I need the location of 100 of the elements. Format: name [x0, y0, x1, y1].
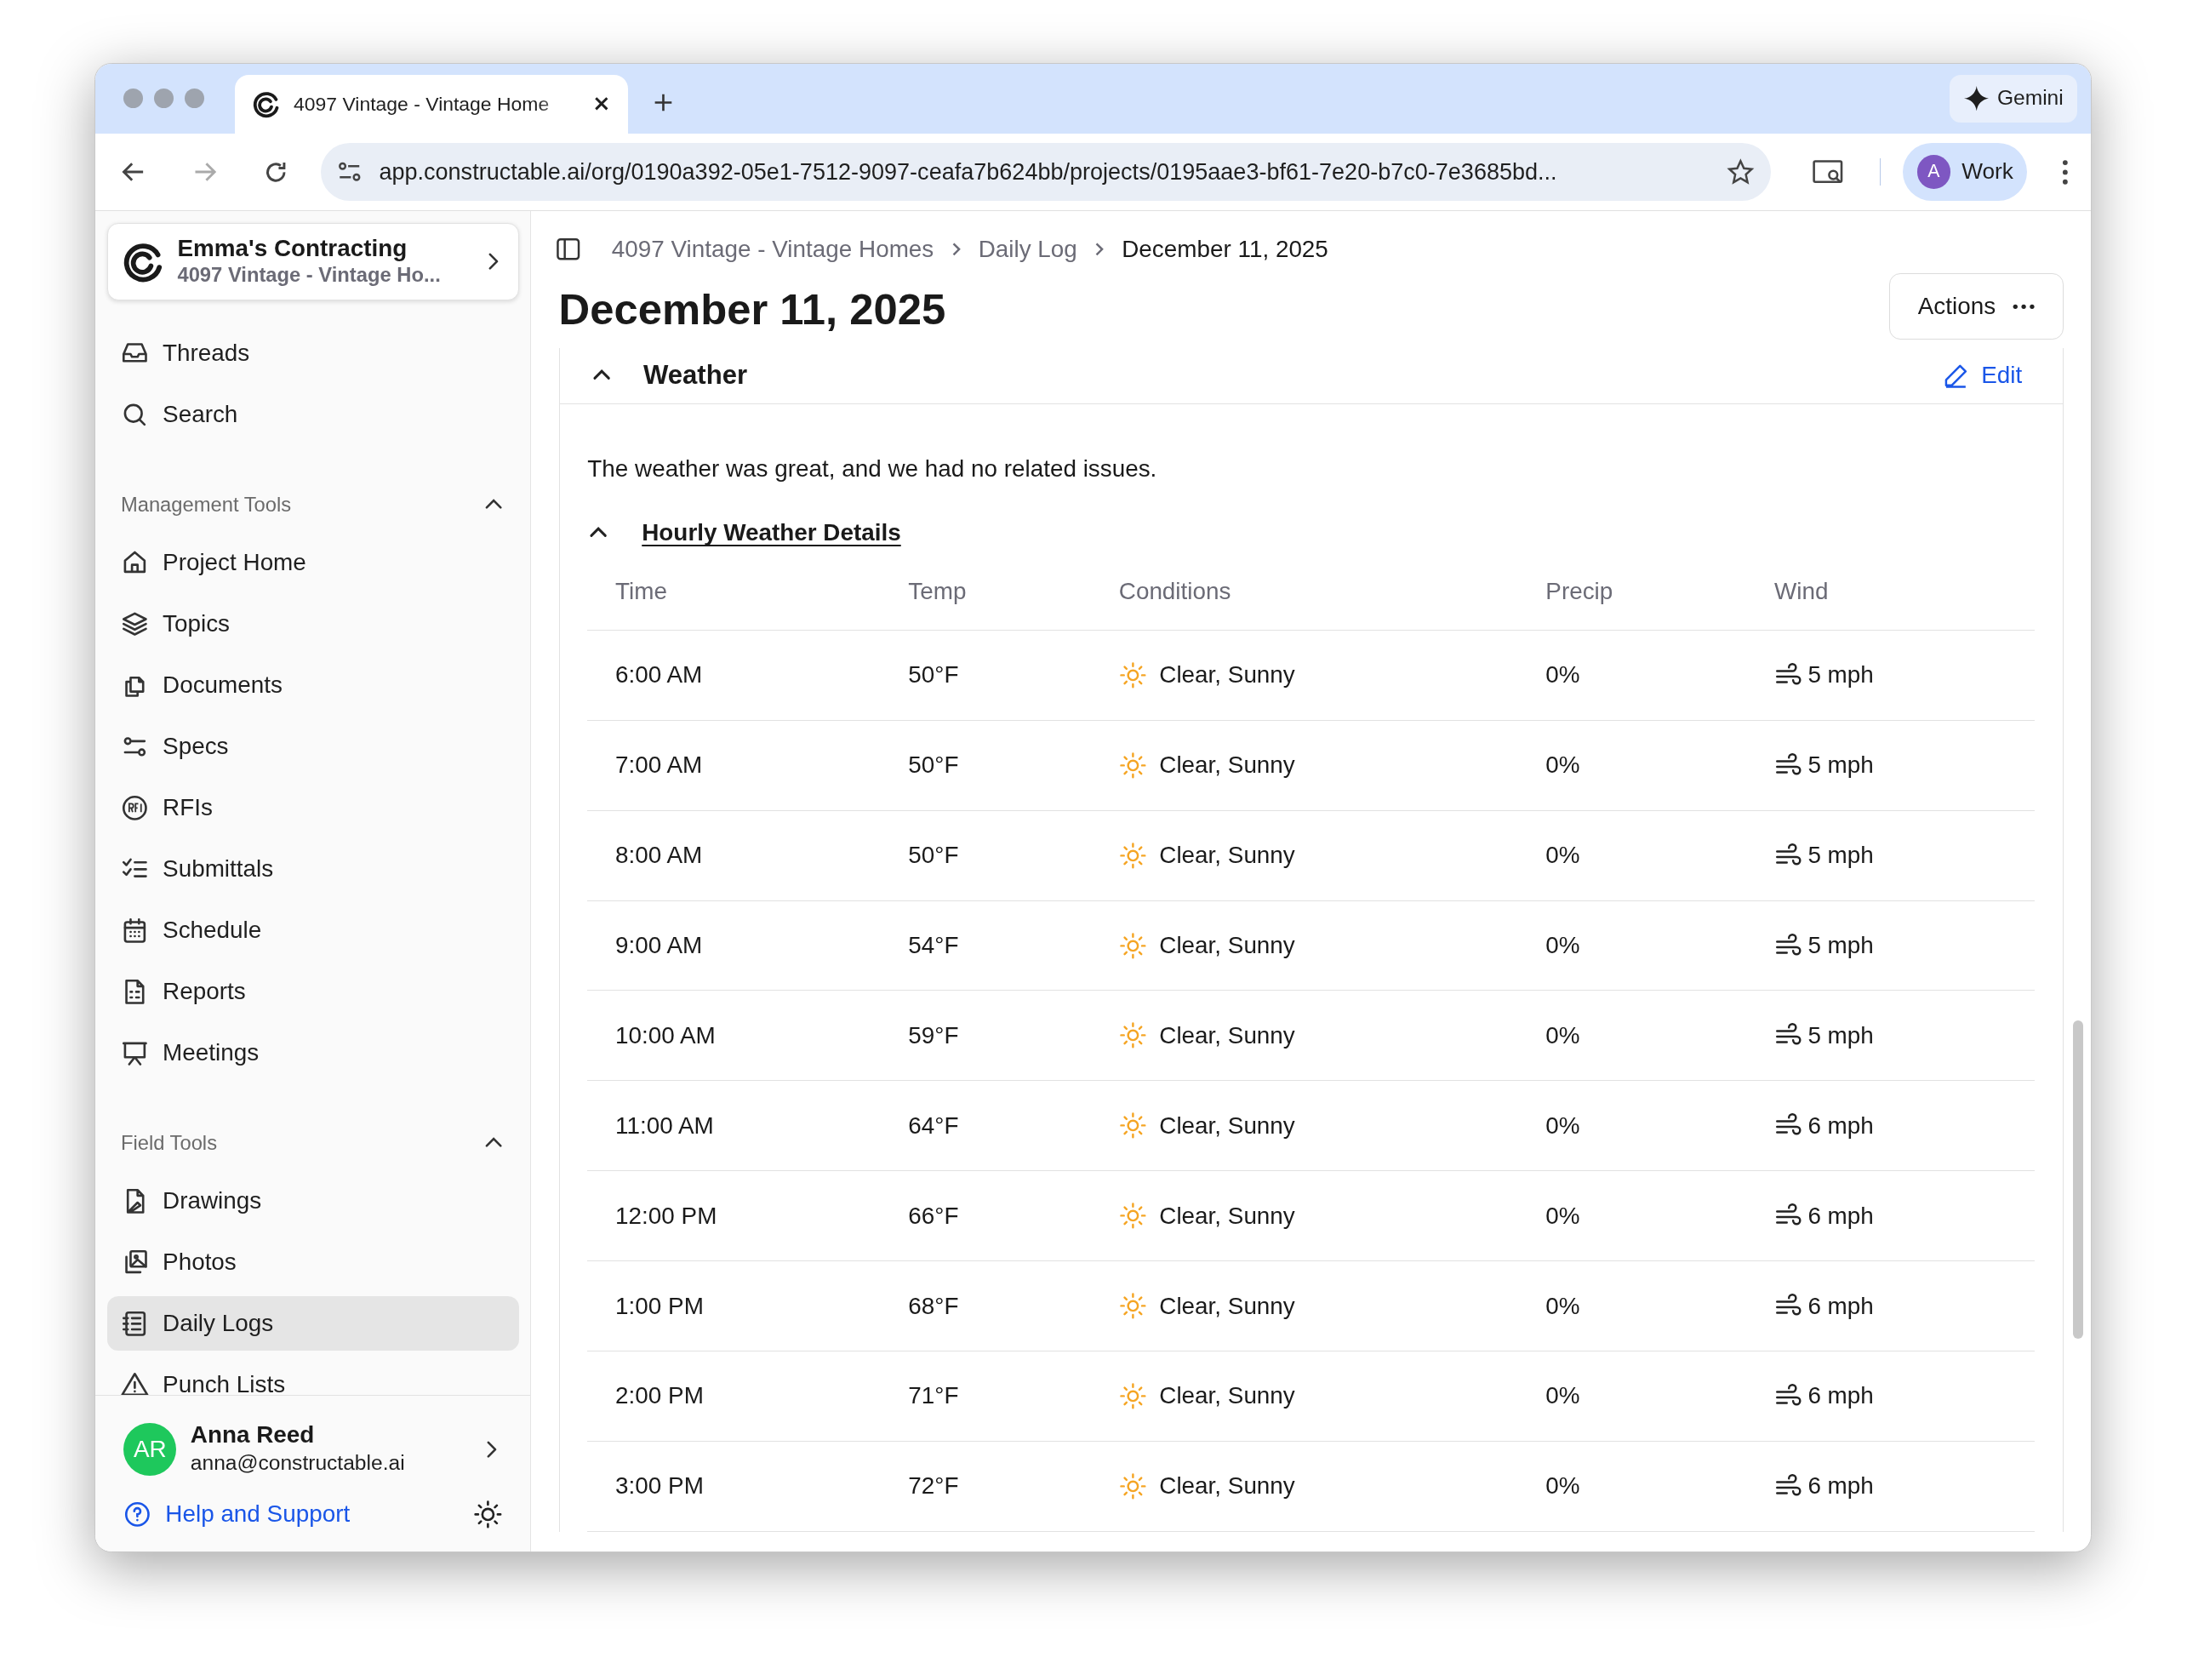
bookmark-star-icon[interactable] — [1726, 157, 1755, 186]
table-cell-text: 5 mph — [1807, 931, 1874, 961]
profile-avatar: A — [1916, 155, 1951, 189]
logo-icon — [251, 89, 280, 118]
user-name: Anna Reed — [190, 1420, 316, 1449]
table-cell-text: 5 mph — [1807, 1020, 1874, 1050]
actions-button[interactable]: Actions — [1888, 272, 2064, 340]
section-heading: Field Tools — [120, 1130, 217, 1157]
table-cell-text: 6 mph — [1807, 1291, 1874, 1321]
project-switcher[interactable]: Emma's Contracting 4097 Vintage - Vintage Ho... — [106, 222, 519, 301]
table-cell-text: Clear, Sunny — [1159, 1291, 1295, 1321]
table-cell-text: 0% — [1545, 1291, 1581, 1321]
tab-title: 4097 Vintage - Vintage Home — [294, 92, 551, 117]
table-cell-text: 0% — [1545, 1111, 1581, 1140]
column-header: Wind — [1774, 576, 1830, 606]
table-cell-text: 6 mph — [1807, 1381, 1874, 1411]
sidebar-item[interactable]: Project Home — [106, 534, 519, 590]
section-heading: Management Tools — [120, 491, 292, 517]
breadcrumb[interactable]: Daily Log — [978, 231, 1077, 267]
address-bar[interactable]: app.constructable.ai/org/0190a392-05e1-7512-9097-ceafa7b624bb/projects/0195aae3-bf61-7e20-b7c0-7e3685bd... — [320, 142, 1772, 202]
table-cell-text: 5 mph — [1807, 660, 1874, 690]
table-cell-text: Clear, Sunny — [1159, 660, 1295, 690]
sidebar-item[interactable]: Topics — [106, 596, 519, 651]
table-cell-text: 5 mph — [1807, 751, 1874, 780]
sidebar-item[interactable]: Drawings — [106, 1174, 519, 1228]
table-cell-text: 0% — [1545, 751, 1581, 780]
table-cell-text: 50°F — [908, 751, 960, 780]
table-cell-text: 10:00 AM — [615, 1020, 717, 1050]
table-cell-text: 54°F — [908, 931, 960, 961]
table-cell-text: Clear, Sunny — [1159, 1020, 1295, 1050]
table-cell-text: 50°F — [908, 841, 960, 871]
sun-icon — [1118, 1202, 1147, 1230]
breadcrumb[interactable]: 4097 Vintage - Vintage Homes — [611, 231, 934, 267]
column-header: Conditions — [1118, 576, 1232, 606]
sidebar-item[interactable]: Meetings — [106, 1026, 519, 1081]
table-cell-text: Clear, Sunny — [1159, 1111, 1295, 1140]
sidebar-item[interactable]: Documents — [106, 657, 519, 712]
table-cell-text: 0% — [1545, 931, 1581, 961]
sun-icon — [1118, 931, 1147, 960]
table-cell-text: 9:00 AM — [615, 931, 704, 961]
rfi-icon — [120, 793, 149, 822]
column-header: Precip — [1545, 576, 1614, 606]
table-cell-text: 5 mph — [1807, 841, 1874, 871]
sidebar-item[interactable]: Photos — [106, 1235, 519, 1290]
sun-icon — [1118, 1471, 1147, 1500]
sidebar-item[interactable]: Submittals — [106, 842, 519, 897]
sidebar-item[interactable]: Search — [106, 386, 519, 442]
sidebar-item[interactable]: Specs — [106, 718, 519, 774]
sidebar-item[interactable]: Reports — [106, 964, 519, 1020]
table-cell-text: 0% — [1545, 841, 1581, 871]
column-header: Temp — [908, 576, 968, 606]
more-icon — [2012, 303, 2035, 310]
table-cell-text: 50°F — [908, 660, 960, 690]
edit-link[interactable]: Edit — [1942, 357, 2023, 394]
sparkle-icon — [1963, 85, 1990, 111]
sidebar-item[interactable]: Threads — [106, 325, 519, 380]
table-cell-text: 68°F — [908, 1291, 960, 1321]
table-cell-text: Clear, Sunny — [1159, 931, 1295, 961]
sun-icon — [1118, 1381, 1147, 1410]
table-cell-text: 6 mph — [1807, 1201, 1874, 1231]
table-cell-text: 0% — [1545, 660, 1581, 690]
profile-button[interactable]: A Work — [1903, 142, 2028, 202]
details-link[interactable]: Hourly Weather Details — [642, 515, 901, 551]
table-cell-text: Clear, Sunny — [1159, 1471, 1295, 1501]
table-cell-text: 0% — [1545, 1020, 1581, 1050]
theme-toggle-icon[interactable] — [474, 1500, 503, 1529]
table-cell-text: Clear, Sunny — [1159, 841, 1295, 871]
table-cell-text: 11:00 AM — [615, 1111, 715, 1140]
table-cell-text: 1:00 PM — [615, 1291, 705, 1321]
sun-icon — [1118, 1111, 1147, 1140]
gemini-button[interactable]: Gemini — [1950, 74, 2078, 123]
sidebar-toggle-icon[interactable] — [556, 236, 581, 262]
sun-icon — [1118, 751, 1147, 780]
table-cell-text: 71°F — [908, 1381, 960, 1411]
sun-icon — [1118, 841, 1147, 870]
scrollbar[interactable] — [2073, 1020, 2083, 1339]
sidebar-item[interactable]: RFIs — [106, 780, 519, 835]
sidebar-item[interactable]: Schedule — [106, 903, 519, 958]
table-cell-text: 12:00 PM — [615, 1201, 718, 1231]
sidebar-item[interactable]: Daily Logs — [106, 1296, 519, 1351]
table-cell-text: 0% — [1545, 1381, 1581, 1411]
menu-icon[interactable] — [2060, 157, 2070, 186]
breadcrumb: December 11, 2025 — [1122, 234, 1328, 264]
table-cell-text: 3:00 PM — [615, 1471, 705, 1501]
sun-icon — [1118, 1292, 1147, 1320]
table-cell-text: Clear, Sunny — [1159, 751, 1295, 780]
user-avatar: AR — [123, 1422, 177, 1476]
help-link[interactable]: Help and Support — [123, 1496, 351, 1533]
section-title: Weather — [642, 359, 749, 391]
new-tab-icon[interactable] — [653, 93, 673, 113]
weather-summary: The weather was great, and we had no related issues. — [587, 454, 1158, 484]
table-cell-text: 7:00 AM — [615, 751, 704, 780]
browser-tab[interactable]: 4097 Vintage - Vintage Home — [235, 74, 629, 134]
table-cell-text: 0% — [1545, 1201, 1581, 1231]
sidebar-item[interactable]: Punch Lists — [106, 1357, 519, 1396]
table-cell-text: 64°F — [908, 1111, 960, 1140]
table-cell-text: 6 mph — [1807, 1111, 1874, 1140]
sun-icon — [1118, 1021, 1147, 1050]
table-cell-text: 0% — [1545, 1471, 1581, 1501]
warning-icon — [120, 1370, 149, 1396]
